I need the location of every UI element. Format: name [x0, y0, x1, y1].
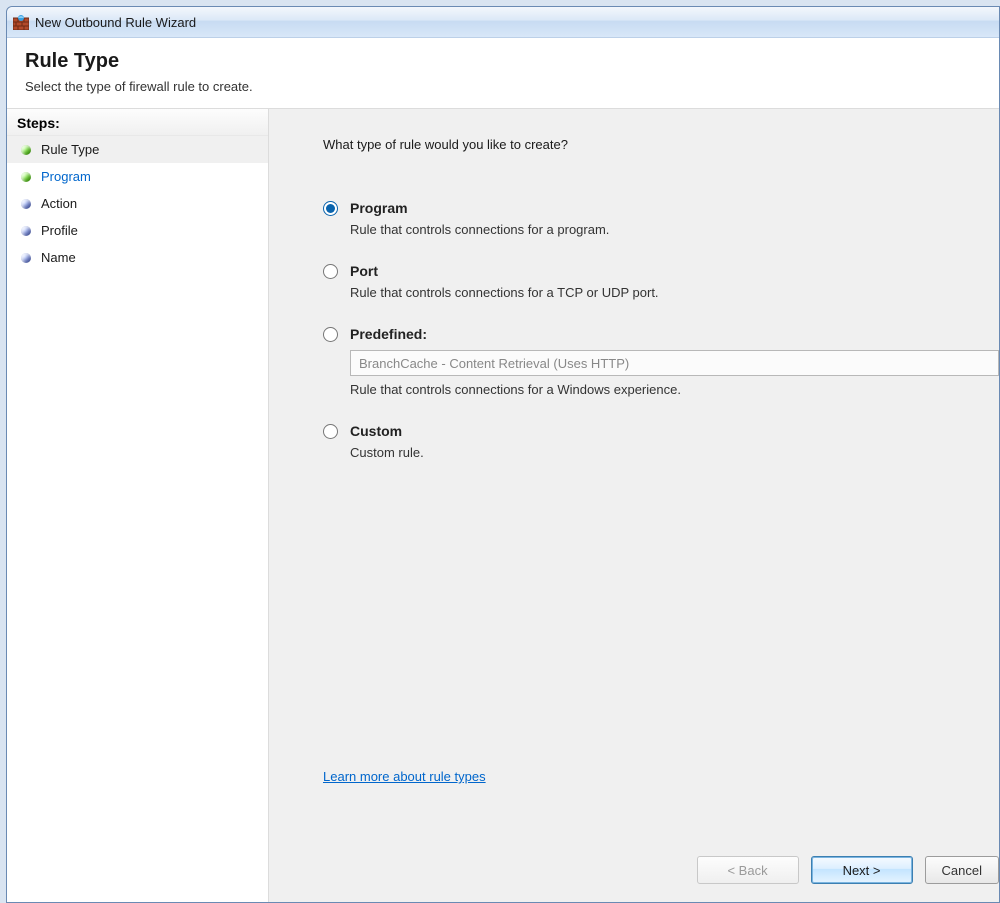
step-rule-type[interactable]: Rule Type — [7, 136, 268, 163]
rule-type-question: What type of rule would you like to crea… — [323, 137, 999, 152]
step-bullet-icon — [21, 226, 31, 236]
titlebar[interactable]: New Outbound Rule Wizard — [7, 7, 999, 38]
step-action[interactable]: Action — [7, 190, 268, 217]
step-bullet-icon — [21, 145, 31, 155]
learn-more: Learn more about rule types — [323, 769, 486, 784]
wizard-footer: < Back Next > Cancel — [697, 856, 999, 884]
step-program[interactable]: Program — [7, 163, 268, 190]
step-label: Program — [41, 169, 91, 184]
back-button[interactable]: < Back — [697, 856, 799, 884]
option-port-label: Port — [350, 263, 378, 279]
option-predefined-label: Predefined: — [350, 326, 427, 342]
steps-sidebar: Steps: Rule Type Program Action Profile — [7, 109, 269, 902]
option-custom-row[interactable]: Custom — [323, 423, 999, 439]
next-button[interactable]: Next > — [811, 856, 913, 884]
radio-port[interactable] — [323, 264, 338, 279]
predefined-dropdown-value: BranchCache - Content Retrieval (Uses HT… — [359, 356, 629, 371]
option-program-label: Program — [350, 200, 408, 216]
wizard-window: New Outbound Rule Wizard Rule Type Selec… — [6, 6, 1000, 903]
page-title: Rule Type — [25, 50, 981, 73]
step-label: Rule Type — [41, 142, 99, 157]
option-port: Port Rule that controls connections for … — [323, 263, 999, 300]
predefined-select-wrap: BranchCache - Content Retrieval (Uses HT… — [350, 350, 999, 376]
steps-list: Rule Type Program Action Profile Name — [7, 136, 268, 271]
firewall-icon — [13, 14, 29, 30]
option-port-row[interactable]: Port — [323, 263, 999, 279]
step-profile[interactable]: Profile — [7, 217, 268, 244]
option-port-desc: Rule that controls connections for a TCP… — [350, 285, 999, 300]
option-custom-desc: Custom rule. — [350, 445, 999, 460]
page-description: Select the type of firewall rule to crea… — [25, 79, 981, 94]
wizard-body: Steps: Rule Type Program Action Profile — [7, 109, 999, 902]
option-custom: Custom Custom rule. — [323, 423, 999, 460]
wizard-content: What type of rule would you like to crea… — [269, 109, 999, 902]
radio-program[interactable] — [323, 201, 338, 216]
radio-custom[interactable] — [323, 424, 338, 439]
option-predefined-desc: Rule that controls connections for a Win… — [350, 382, 999, 397]
step-bullet-icon — [21, 253, 31, 263]
learn-more-link[interactable]: Learn more about rule types — [323, 769, 486, 784]
step-bullet-icon — [21, 172, 31, 182]
step-bullet-icon — [21, 199, 31, 209]
option-program-desc: Rule that controls connections for a pro… — [350, 222, 999, 237]
step-name[interactable]: Name — [7, 244, 268, 271]
predefined-dropdown[interactable]: BranchCache - Content Retrieval (Uses HT… — [350, 350, 999, 376]
option-predefined-row[interactable]: Predefined: — [323, 326, 999, 342]
option-custom-label: Custom — [350, 423, 402, 439]
cancel-button[interactable]: Cancel — [925, 856, 999, 884]
window-title: New Outbound Rule Wizard — [35, 15, 196, 30]
wizard-header: Rule Type Select the type of firewall ru… — [7, 38, 999, 109]
step-label: Profile — [41, 223, 78, 238]
step-label: Name — [41, 250, 76, 265]
steps-heading: Steps: — [7, 109, 268, 136]
step-label: Action — [41, 196, 77, 211]
option-program-row[interactable]: Program — [323, 200, 999, 216]
option-predefined: Predefined: BranchCache - Content Retrie… — [323, 326, 999, 397]
radio-predefined[interactable] — [323, 327, 338, 342]
option-program: Program Rule that controls connections f… — [323, 200, 999, 237]
